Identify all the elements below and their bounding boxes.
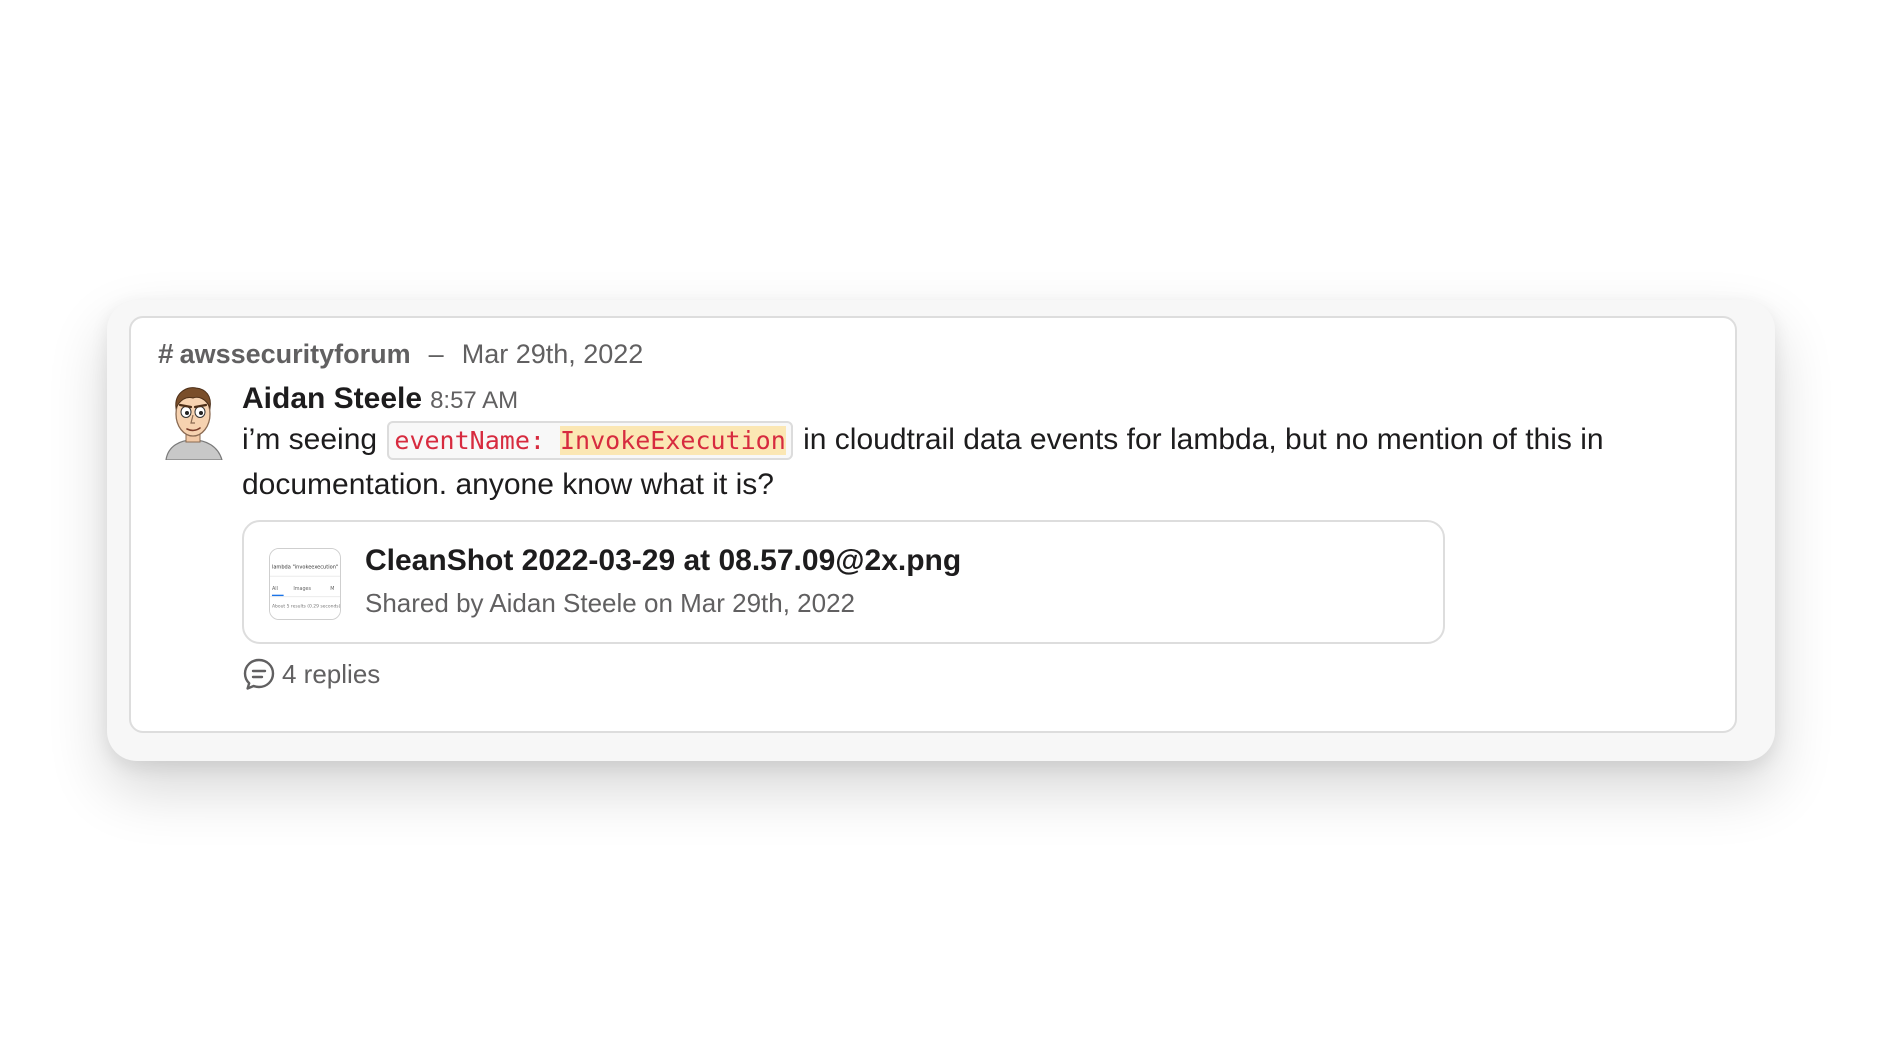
thumbnail-results: About 5 results (0.29 seconds) [272,603,341,609]
message-header: Aidan Steele 8:57 AM [242,382,518,416]
reply-count[interactable]: 4 replies [282,659,380,690]
channel-hash-icon: # [158,338,174,369]
thread-replies-link[interactable]: 4 replies [242,657,380,691]
message-timestamp[interactable]: 8:57 AM [430,387,518,415]
inline-code: eventName: InvokeExecution [387,421,793,460]
channel-header: # awssecurityforum – Mar 29th, 2022 [158,334,643,374]
screenshot-thumbnail-icon[interactable]: lambda "invokeexecution" All Images M Ab… [269,548,341,620]
channel-name-link[interactable]: awssecurityforum [180,339,411,370]
thumbnail-tab-images: Images [293,586,311,592]
thumbnail-caption: lambda "invokeexecution" [272,564,338,570]
inline-code-highlight: InvokeExecution [559,426,786,455]
file-attachment[interactable]: lambda "invokeexecution" All Images M Ab… [242,520,1445,644]
inline-code-key: eventName: [394,426,560,455]
thumbnail-tab-all: All [272,586,278,592]
channel-date-separator: – [428,338,444,369]
cartoon-avatar-icon[interactable] [160,384,226,460]
author-name[interactable]: Aidan Steele [242,382,422,416]
message-text: i’m seeing eventName: InvokeExecution in… [242,418,1622,507]
speech-bubble-icon [243,658,275,690]
thumbnail-tab-more: M [330,586,334,592]
file-shared-by: Shared by Aidan Steele on Mar 29th, 2022 [365,588,856,618]
message-date: Mar 29th, 2022 [461,338,644,369]
message-text-before: i’m seeing [242,423,378,456]
file-title[interactable]: CleanShot 2022-03-29 at 08.57.09@2x.png [365,544,961,578]
